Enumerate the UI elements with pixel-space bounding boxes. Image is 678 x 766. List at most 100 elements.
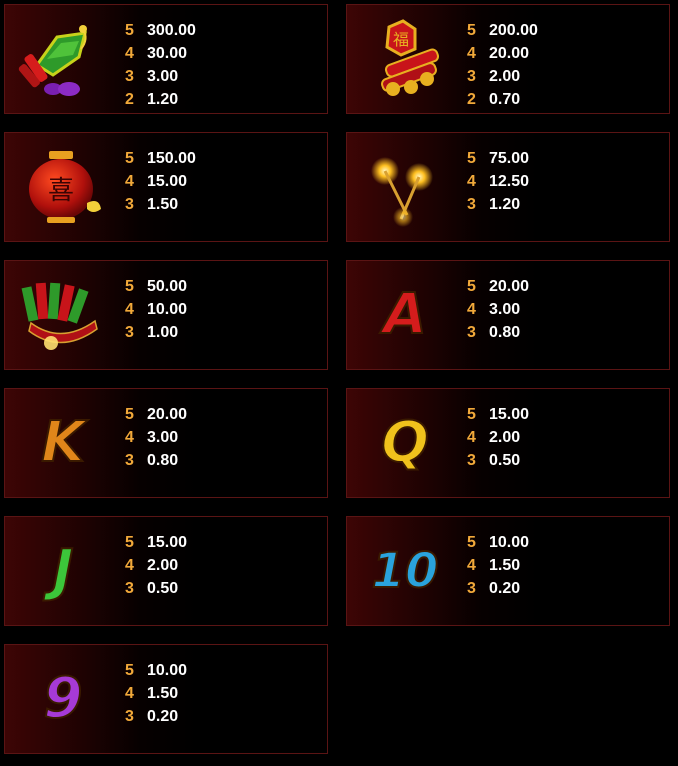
pay-row: 4 12.50: [467, 170, 529, 193]
match-count: 3: [467, 196, 476, 213]
symbol-glyph: Q: [380, 410, 430, 475]
red-lantern-icon: 喜: [19, 143, 107, 231]
match-count: 2: [125, 91, 134, 108]
paytable-card-letter-j: J 5 15.00 4 2.00 3 0.50: [4, 516, 328, 626]
pay-row: 5 10.00: [125, 659, 187, 682]
paytable-card-number-10: 10 5 10.00 4 1.50 3 0.20: [346, 516, 670, 626]
pay-row: 4 2.00: [125, 554, 187, 577]
paytable-card-letter-k: K 5 20.00 4 3.00 3 0.80: [4, 388, 328, 498]
pay-row: 3 3.00: [125, 65, 196, 88]
match-count: 4: [125, 45, 134, 62]
payout-amount: 10.00: [489, 534, 530, 551]
match-count: 4: [467, 557, 476, 574]
payout-amount: 300.00: [147, 22, 196, 39]
payout-amount: 1.20: [489, 196, 521, 213]
match-count: 4: [125, 429, 134, 446]
payout-amount: 3.00: [489, 301, 521, 318]
letter-j-icon: J: [19, 527, 107, 615]
payout-amount: 20.00: [489, 45, 530, 62]
pay-row: 5 20.00: [467, 275, 529, 298]
match-count: 3: [125, 196, 134, 213]
pay-row: 3 1.50: [125, 193, 196, 216]
match-count: 5: [467, 22, 476, 39]
match-count: 4: [467, 301, 476, 318]
match-count: 5: [467, 278, 476, 295]
payout-amount: 0.50: [489, 452, 521, 469]
payout-amount: 2.00: [489, 429, 521, 446]
payout-amount: 15.00: [489, 406, 530, 423]
match-count: 5: [467, 406, 476, 423]
letter-k-icon: K: [19, 399, 107, 487]
letter-q-icon: Q: [361, 399, 449, 487]
match-count: 4: [467, 45, 476, 62]
payout-amount: 75.00: [489, 150, 530, 167]
match-count: 5: [125, 406, 134, 423]
payout-amount: 3.00: [147, 429, 179, 446]
lantern-character: 喜: [48, 176, 74, 206]
payout-amount: 2.00: [489, 68, 521, 85]
payout-amount: 10.00: [147, 662, 188, 679]
firecracker-bundle-icon: [18, 15, 107, 103]
match-count: 3: [467, 68, 476, 85]
symbol-glyph: J: [52, 538, 75, 603]
fu-character: 福: [393, 30, 409, 49]
letter-a-icon: A: [361, 271, 449, 359]
match-count: 3: [125, 580, 134, 597]
match-count: 4: [125, 301, 134, 318]
payout-amount: 10.00: [147, 301, 188, 318]
payout-amount: 1.20: [147, 91, 179, 108]
payout-amount: 200.00: [489, 22, 538, 39]
payout-amount: 12.50: [489, 173, 530, 190]
match-count: 5: [125, 22, 134, 39]
match-count: 4: [125, 685, 134, 702]
match-count: 5: [467, 150, 476, 167]
match-count: 4: [467, 429, 476, 446]
match-count: 3: [125, 68, 134, 85]
match-count: 3: [125, 708, 134, 725]
number-9-icon: 9: [19, 655, 107, 743]
payout-amount: 20.00: [489, 278, 530, 295]
pay-row: 2 0.70: [467, 88, 538, 111]
pay-row: 3 1.20: [467, 193, 529, 216]
match-count: 3: [125, 452, 134, 469]
payout-amount: 1.50: [489, 557, 521, 574]
payout-amount: 1.50: [147, 685, 179, 702]
match-count: 3: [467, 580, 476, 597]
payout-amount: 0.80: [489, 324, 521, 341]
fu-firecrackers-icon: 福: [361, 15, 449, 103]
paytable-card-letter-a: A 5 20.00 4 3.00 3 0.80: [346, 260, 670, 370]
pay-row: 3 0.80: [125, 449, 187, 472]
pay-row: 4 1.50: [125, 682, 187, 705]
payout-amount: 0.20: [489, 580, 521, 597]
pay-row: 4 2.00: [467, 426, 529, 449]
match-count: 5: [125, 662, 134, 679]
pay-row: 5 15.00: [467, 403, 529, 426]
firecracker-fan-icon: [19, 271, 107, 359]
paytable-card-sparklers: 5 75.00 4 12.50 3 1.20: [346, 132, 670, 242]
paytable-card-fu-firecrackers: 福 5 200.00 4 20.00 3 2.00 2 0.70: [346, 4, 670, 114]
pay-row: 4 1.50: [467, 554, 529, 577]
pay-row: 4 3.00: [125, 426, 187, 449]
payout-amount: 3.00: [147, 68, 179, 85]
match-count: 5: [467, 534, 476, 551]
pay-row: 4 20.00: [467, 42, 538, 65]
payout-amount: 2.00: [147, 557, 179, 574]
pay-row: 3 0.50: [125, 577, 187, 600]
pay-row: 3 0.80: [467, 321, 529, 344]
paytable-card-firecracker-bundle: 5 300.00 4 30.00 3 3.00 2 1.20: [4, 4, 328, 114]
pay-row: 4 30.00: [125, 42, 196, 65]
pay-row: 4 10.00: [125, 298, 187, 321]
pay-row: 3 0.20: [125, 705, 187, 728]
pay-row: 3 1.00: [125, 321, 187, 344]
pay-row: 3 2.00: [467, 65, 538, 88]
pay-row: 5 300.00: [125, 19, 196, 42]
symbol-glyph: K: [40, 410, 85, 475]
match-count: 3: [125, 324, 134, 341]
payout-amount: 0.50: [147, 580, 179, 597]
match-count: 3: [467, 324, 476, 341]
payout-amount: 15.00: [147, 534, 188, 551]
pay-row: 2 1.20: [125, 88, 196, 111]
payout-amount: 0.70: [489, 91, 521, 108]
pay-row: 5 10.00: [467, 531, 529, 554]
payout-amount: 50.00: [147, 278, 188, 295]
